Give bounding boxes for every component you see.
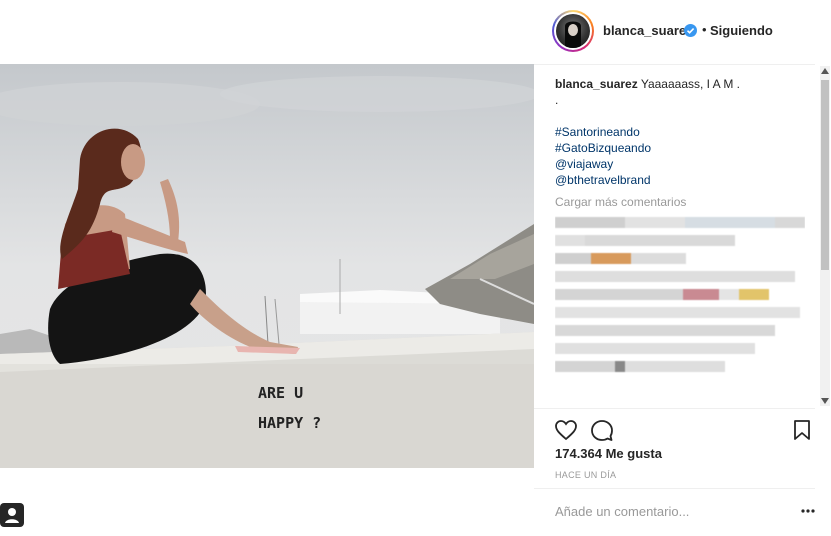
likes-count[interactable]: 174.364 Me gusta bbox=[555, 446, 662, 461]
user-tag-icon[interactable] bbox=[0, 503, 24, 527]
stencil-line-1: ARE U bbox=[258, 384, 303, 402]
comments-list: blanca_suarez Yaaaaaass, I A M . . #Sant… bbox=[555, 76, 805, 402]
header-username[interactable]: blanca_suarez bbox=[603, 23, 693, 38]
post-header: blanca_suarez • Siguiendo bbox=[534, 0, 815, 65]
comment-input[interactable] bbox=[555, 501, 775, 521]
stencil-line-2: HAPPY ? bbox=[258, 414, 321, 432]
post-photo[interactable]: ARE U HAPPY ? bbox=[0, 64, 534, 468]
caption-dot: . bbox=[555, 93, 559, 107]
post-timestamp[interactable]: HACE UN DÍA bbox=[555, 470, 616, 480]
more-options-icon[interactable] bbox=[800, 503, 816, 519]
photo-scene: ARE U HAPPY ? bbox=[0, 64, 534, 468]
mention-link[interactable]: @viajaway bbox=[555, 156, 805, 172]
caption-username[interactable]: blanca_suarez bbox=[555, 77, 638, 91]
mention-link[interactable]: @bthetravelbrand bbox=[555, 172, 805, 188]
verified-badge-icon bbox=[684, 24, 697, 37]
hashtag-link[interactable]: #GatoBizqueando bbox=[555, 140, 805, 156]
scroll-thumb[interactable] bbox=[821, 80, 829, 270]
hashtag-link[interactable]: #Santorineando bbox=[555, 124, 805, 140]
comments-scrollbar[interactable] bbox=[820, 66, 830, 406]
caption: blanca_suarez Yaaaaaass, I A M . bbox=[555, 76, 805, 92]
add-comment-bar bbox=[534, 488, 815, 536]
header-separator: • bbox=[702, 22, 707, 37]
following-button[interactable]: Siguiendo bbox=[710, 23, 773, 38]
scroll-down-arrow-icon[interactable] bbox=[821, 398, 829, 404]
bookmark-icon[interactable] bbox=[790, 418, 814, 442]
heart-icon[interactable] bbox=[554, 418, 578, 442]
scroll-up-arrow-icon[interactable] bbox=[821, 68, 829, 74]
post-side-panel: blanca_suarez • Siguiendo blanca_suarez … bbox=[534, 0, 831, 535]
load-more-comments-button[interactable]: Cargar más comentarios bbox=[555, 194, 805, 210]
caption-text: Yaaaaaass, I A M . bbox=[640, 77, 741, 91]
comment-bubble-icon[interactable] bbox=[590, 418, 614, 442]
avatar[interactable] bbox=[552, 10, 594, 52]
post-actions bbox=[534, 408, 815, 449]
blurred-comments bbox=[555, 217, 805, 372]
